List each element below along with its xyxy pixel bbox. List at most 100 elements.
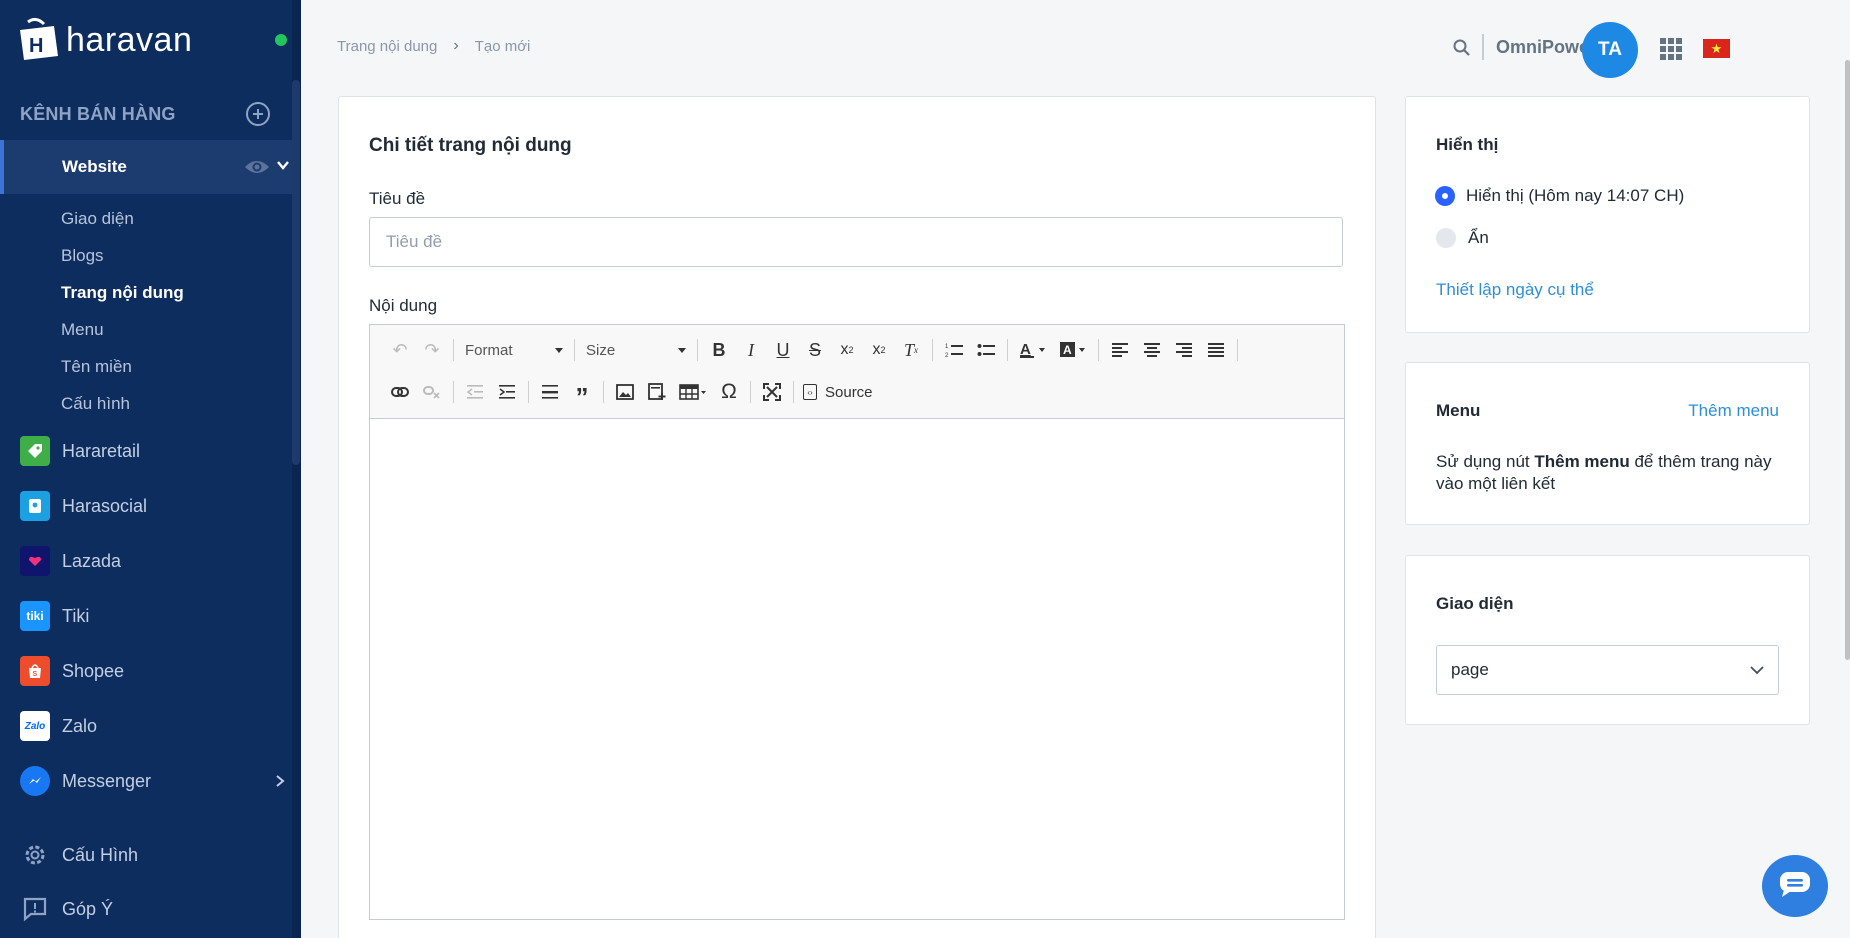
avatar[interactable]: TA [1582,22,1638,78]
breadcrumb-pages-link[interactable]: Trang nội dung [337,38,437,55]
toolbar-separator [932,339,933,361]
brand-logo[interactable]: H haravan [14,16,192,64]
bold-icon[interactable]: B [703,335,735,365]
clear-format-icon[interactable]: Tx [895,335,927,365]
sidebar-item-feedback[interactable]: Góp Ý [20,891,290,927]
subnav-item-theme[interactable]: Giao diện [61,206,184,243]
subnav-item-menu[interactable]: Menu [61,317,184,354]
sidebar-item-lazada[interactable]: Lazada [20,543,290,579]
channel-label: Tiki [62,605,90,626]
svg-text:A: A [1063,343,1072,357]
sidebar-item-shopee[interactable]: S Shopee [20,653,290,689]
toolbar-separator [1098,339,1099,361]
italic-icon[interactable]: I [735,335,767,365]
radio-unselected-icon[interactable] [1436,228,1456,248]
chat-support-button[interactable] [1762,855,1828,917]
sidebar-scrollbar[interactable] [292,80,300,465]
vietnam-flag-icon[interactable]: ★ [1703,39,1730,58]
background-color-icon[interactable]: A [1053,335,1093,365]
undo-icon[interactable]: ↶ [384,335,416,365]
breadcrumb: Trang nội dung › Tạo mới [337,37,530,55]
settings-label: Cấu Hình [62,844,139,865]
outdent-icon[interactable] [459,377,491,407]
chevron-down-icon[interactable] [276,158,290,172]
content-field-label: Nội dung [369,296,438,315]
svg-text:S: S [33,671,38,678]
title-input[interactable] [369,217,1343,267]
sidebar-item-messenger[interactable]: Messenger [20,763,290,799]
sidebar-item-zalo[interactable]: Zalo Zalo [20,708,290,744]
eye-icon[interactable] [244,158,270,176]
subnav-item-settings[interactable]: Cấu hình [61,391,184,428]
sidebar-item-settings[interactable]: Cấu Hình [20,837,290,873]
page-scrollbar[interactable] [1845,60,1850,660]
text-color-icon[interactable]: A [1013,335,1053,365]
channel-label: Zalo [62,715,98,736]
bulleted-list-icon[interactable] [970,335,1002,365]
subscript-icon[interactable]: x2 [831,335,863,365]
apps-grid-icon[interactable] [1660,38,1682,60]
menu-desc-bold: Thêm menu [1534,452,1630,471]
fullscreen-icon[interactable] [756,377,788,407]
unlink-icon[interactable] [416,377,448,407]
sidebar-item-website[interactable]: Website [0,140,292,194]
align-justify-icon[interactable] [1200,335,1232,365]
align-center-icon[interactable] [1136,335,1168,365]
strikethrough-icon[interactable]: S [799,335,831,365]
schedule-date-link[interactable]: Thiết lập ngày cụ thể [1436,280,1594,300]
shopee-icon: S [20,656,50,686]
toolbar-separator [453,381,454,403]
title-field-label: Tiêu đề [369,189,426,208]
insert-media-icon[interactable] [641,377,673,407]
sidebar-item-harasocial[interactable]: Harasocial [20,488,290,524]
chevron-right-icon[interactable] [274,774,286,788]
harasocial-icon [20,491,50,521]
image-icon[interactable] [609,377,641,407]
align-right-icon[interactable] [1168,335,1200,365]
visibility-option-visible[interactable]: Hiển thị (Hôm nay 14:07 CH) [1436,186,1684,206]
visibility-option-hidden[interactable]: Ẩn [1436,228,1489,248]
blockquote-icon[interactable]: ” [566,377,598,412]
add-channel-icon[interactable] [246,102,270,126]
source-code-icon: ‹› [803,384,817,400]
add-menu-link[interactable]: Thêm menu [1688,401,1779,421]
superscript-icon[interactable]: x2 [863,335,895,365]
toolbar-separator [574,339,575,361]
special-character-icon[interactable]: Ω [713,377,745,407]
toolbar-separator [793,381,794,403]
zalo-icon: Zalo [20,711,50,741]
menu-card: Menu Thêm menu Sử dụng nút Thêm menu để … [1405,362,1810,525]
table-icon[interactable] [673,377,713,407]
source-button[interactable]: ‹› Source [799,384,877,401]
subnav-item-pages[interactable]: Trang nội dung [61,280,184,317]
subnav-item-domains[interactable]: Tên miền [61,354,184,391]
numbered-list-icon[interactable]: 12 [938,335,970,365]
theme-template-select[interactable]: page [1436,645,1779,695]
size-dropdown[interactable]: Size [580,335,692,365]
divider [1482,34,1484,60]
align-left-icon[interactable] [1104,335,1136,365]
user-name[interactable]: OmniPower [1496,37,1596,58]
horizontal-line-icon[interactable] [534,377,566,407]
search-icon[interactable] [1452,38,1472,58]
online-status-dot [275,34,287,46]
chevron-down-icon [1750,660,1764,680]
size-dropdown-label: Size [586,341,616,359]
indent-icon[interactable] [491,377,523,407]
sidebar-item-tiki[interactable]: tiki Tiki [20,598,290,634]
radio-selected-icon[interactable] [1436,187,1454,205]
format-dropdown-label: Format [465,341,513,359]
underline-icon[interactable]: U [767,335,799,365]
page-details-title: Chi tiết trang nội dung [369,135,572,156]
menu-card-description: Sử dụng nút Thêm menu để thêm trang này … [1436,451,1786,495]
format-dropdown[interactable]: Format [459,335,569,365]
toolbar-separator [750,381,751,403]
sidebar-item-hararetail[interactable]: Hararetail [20,433,290,469]
sales-channels-header: KÊNH BÁN HÀNG [20,102,270,126]
channel-label: Lazada [62,550,122,571]
link-icon[interactable] [384,377,416,407]
toolbar-separator [697,339,698,361]
subnav-item-blogs[interactable]: Blogs [61,243,184,280]
redo-icon[interactable]: ↷ [416,335,448,365]
editor-content-area[interactable] [370,419,1344,919]
